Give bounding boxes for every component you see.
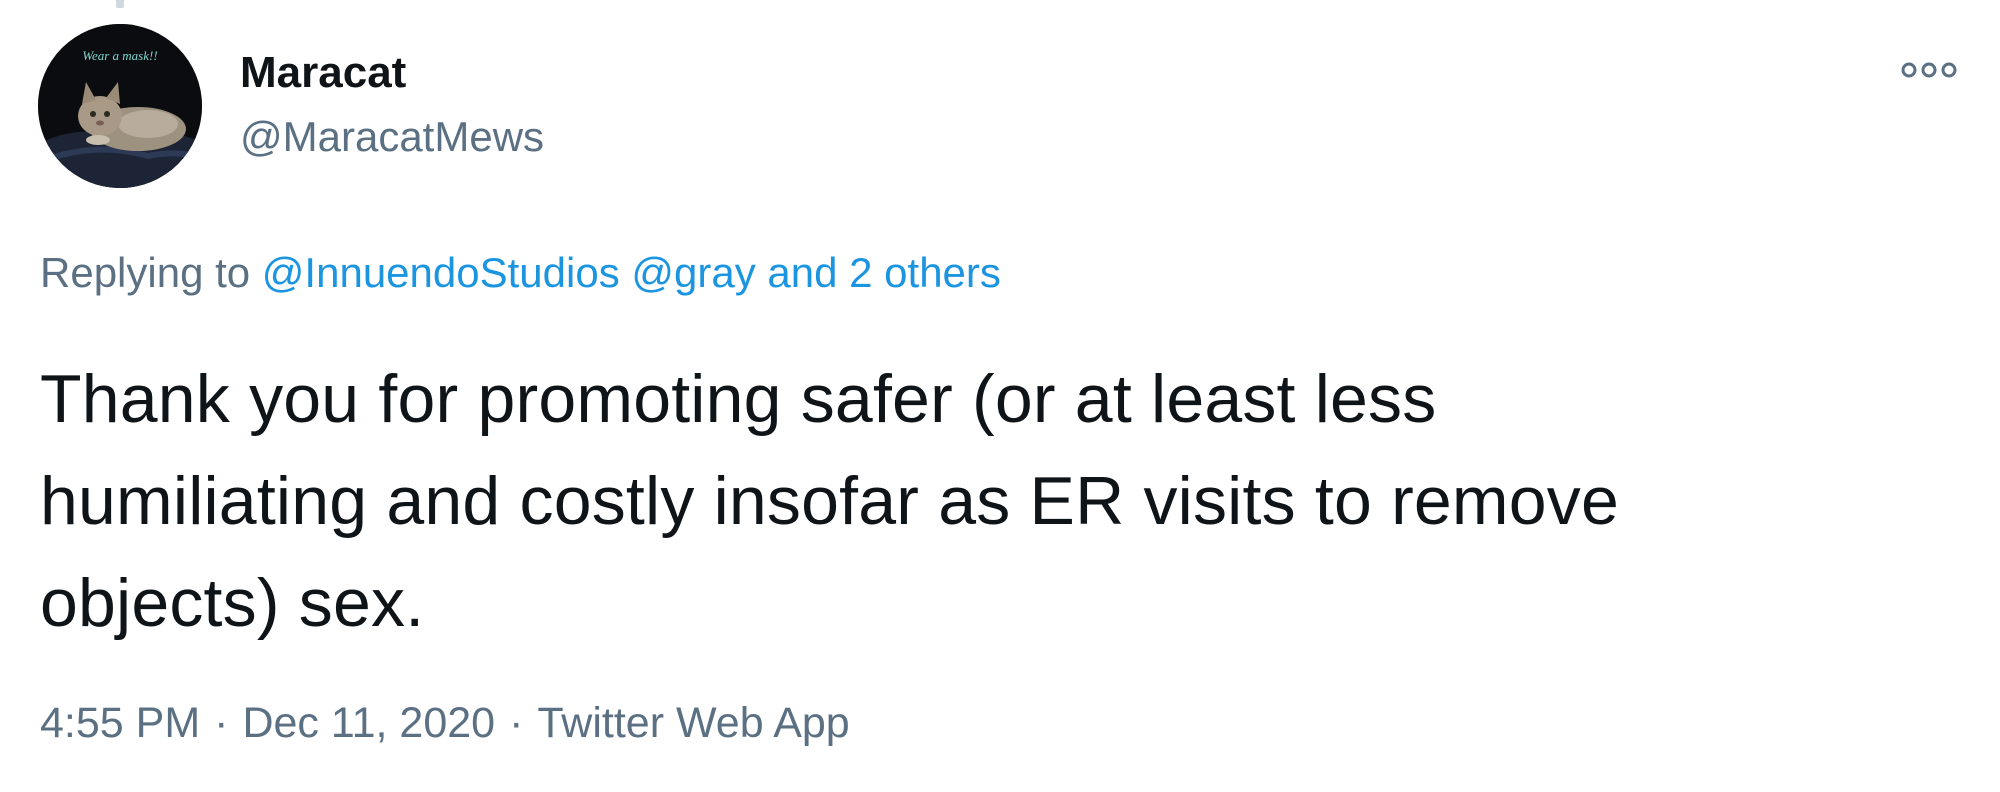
tweet-text-line: Thank you for promoting safer (or at lea… (40, 361, 1437, 437)
cat-avatar-image: Wear a mask!! (38, 24, 202, 188)
tweet-metadata: 4:55 PM · Dec 11, 2020 · Twitter Web App (40, 696, 850, 750)
meta-separator: · (214, 699, 229, 747)
mention-gray[interactable]: @gray (631, 249, 755, 296)
tweet-text-line: objects) sex. (40, 565, 425, 641)
tweet-text-line: humiliating and costly insofar as ER vis… (40, 463, 1620, 539)
thread-connector (116, 0, 124, 8)
more-options-button[interactable] (1900, 56, 1958, 84)
reply-others-link[interactable]: and 2 others (767, 249, 1001, 296)
reply-prefix: Replying to (40, 249, 251, 296)
tweet-text: Thank you for promoting safer (or at lea… (40, 348, 1900, 654)
more-options-icon (1901, 62, 1957, 78)
tweet-date[interactable]: Dec 11, 2020 (242, 699, 495, 747)
meta-separator: · (509, 699, 524, 747)
tweet-time[interactable]: 4:55 PM (40, 699, 200, 747)
avatar[interactable]: Wear a mask!! (38, 24, 202, 188)
tweet-source[interactable]: Twitter Web App (537, 699, 849, 747)
mention-innuendostudios[interactable]: @InnuendoStudios (262, 249, 620, 296)
reply-context: Replying to @InnuendoStudios @gray and 2… (40, 246, 1001, 300)
avatar-caption: Wear a mask!! (82, 48, 157, 63)
author-display-name[interactable]: Maracat (240, 45, 406, 101)
author-handle[interactable]: @MaracatMews (240, 110, 544, 164)
